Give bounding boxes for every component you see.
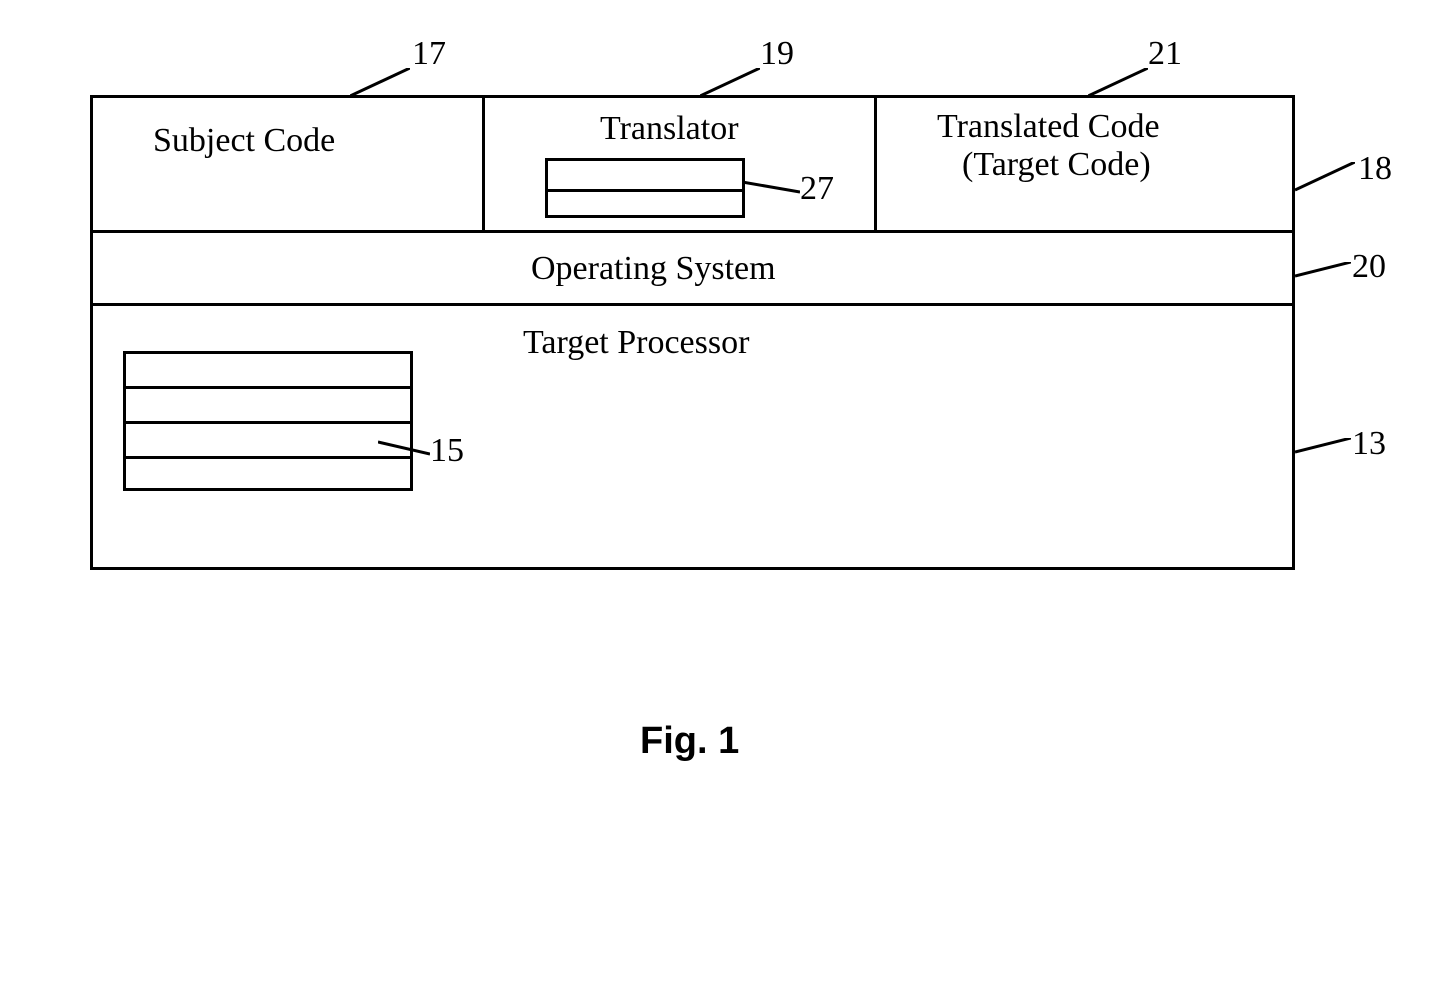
translated-code-box: Translated Code (Target Code): [874, 95, 1295, 233]
subject-code-label: Subject Code: [153, 122, 335, 160]
lead-27: [742, 180, 800, 196]
ref-13: 13: [1352, 425, 1386, 463]
translator-box: Translator: [482, 95, 877, 233]
os-box: Operating System: [90, 230, 1295, 306]
translator-inner-divider: [548, 189, 742, 192]
translated-code-label-1: Translated Code: [937, 108, 1160, 146]
lead-13: [1295, 438, 1351, 458]
ref-21: 21: [1148, 35, 1182, 73]
ref-19: 19: [760, 35, 794, 73]
lead-17: [350, 68, 410, 98]
ref-20: 20: [1352, 248, 1386, 286]
processor-inner-box: [123, 351, 413, 491]
lead-19: [700, 68, 760, 98]
os-label: Operating System: [531, 250, 776, 288]
ref-15: 15: [430, 432, 464, 470]
translator-label: Translator: [600, 110, 739, 148]
processor-label: Target Processor: [523, 324, 749, 362]
ref-27: 27: [800, 170, 834, 208]
subject-code-box: Subject Code: [90, 95, 485, 233]
figure-canvas: Subject Code Translator Translated Code …: [0, 0, 1451, 991]
proc-inner-line-2: [126, 421, 410, 424]
figure-caption: Fig. 1: [640, 720, 739, 763]
proc-inner-line-1: [126, 386, 410, 389]
lead-20: [1295, 262, 1351, 282]
lead-21: [1088, 68, 1148, 98]
proc-inner-line-3: [126, 456, 410, 459]
lead-15: [378, 440, 430, 458]
lead-18: [1295, 162, 1355, 192]
translated-code-label-2: (Target Code): [962, 146, 1151, 184]
translator-inner-box: [545, 158, 745, 218]
ref-18: 18: [1358, 150, 1392, 188]
processor-box: Target Processor: [90, 303, 1295, 570]
ref-17: 17: [412, 35, 446, 73]
